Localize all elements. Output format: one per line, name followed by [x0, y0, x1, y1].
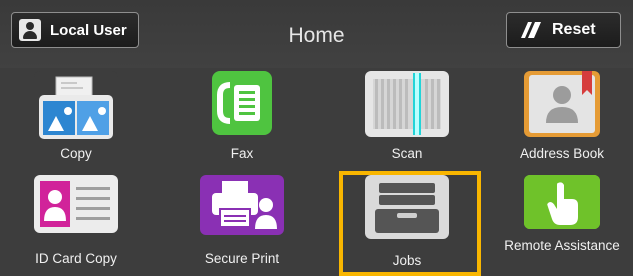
id-card-icon [34, 175, 118, 233]
jobs-icon [365, 175, 449, 239]
secure-print-icon [200, 175, 284, 235]
tile-copy[interactable]: Copy [34, 71, 118, 163]
eraser-icon [521, 22, 541, 38]
tile-fax-label: Fax [230, 146, 254, 161]
reset-label: Reset [552, 21, 596, 38]
scan-icon [365, 71, 449, 137]
address-book-icon [524, 71, 600, 137]
reset-button[interactable]: Reset [506, 12, 621, 48]
tile-id-card-copy-label: ID Card Copy [35, 251, 117, 266]
tile-address-book[interactable]: Address Book [520, 71, 604, 163]
tile-secure-print[interactable]: Secure Print [200, 175, 284, 270]
tile-remote-assistance[interactable]: Remote Assistance [504, 175, 620, 270]
tile-id-card-copy[interactable]: ID Card Copy [34, 175, 118, 270]
fax-icon [212, 71, 272, 135]
tile-jobs-label: Jobs [392, 253, 422, 268]
tile-scan[interactable]: Scan [365, 71, 449, 163]
tile-copy-label: Copy [60, 146, 92, 161]
tile-secure-print-label: Secure Print [204, 251, 280, 266]
header-bar: Local User Home Reset [0, 0, 633, 68]
tile-jobs[interactable]: Jobs [365, 175, 449, 270]
remote-assistance-icon [524, 175, 600, 229]
tile-address-book-label: Address Book [519, 146, 605, 161]
tile-fax[interactable]: Fax [200, 71, 284, 163]
tile-scan-label: Scan [391, 146, 423, 161]
copy-icon [34, 71, 118, 139]
tile-remote-assistance-label: Remote Assistance [504, 238, 620, 253]
